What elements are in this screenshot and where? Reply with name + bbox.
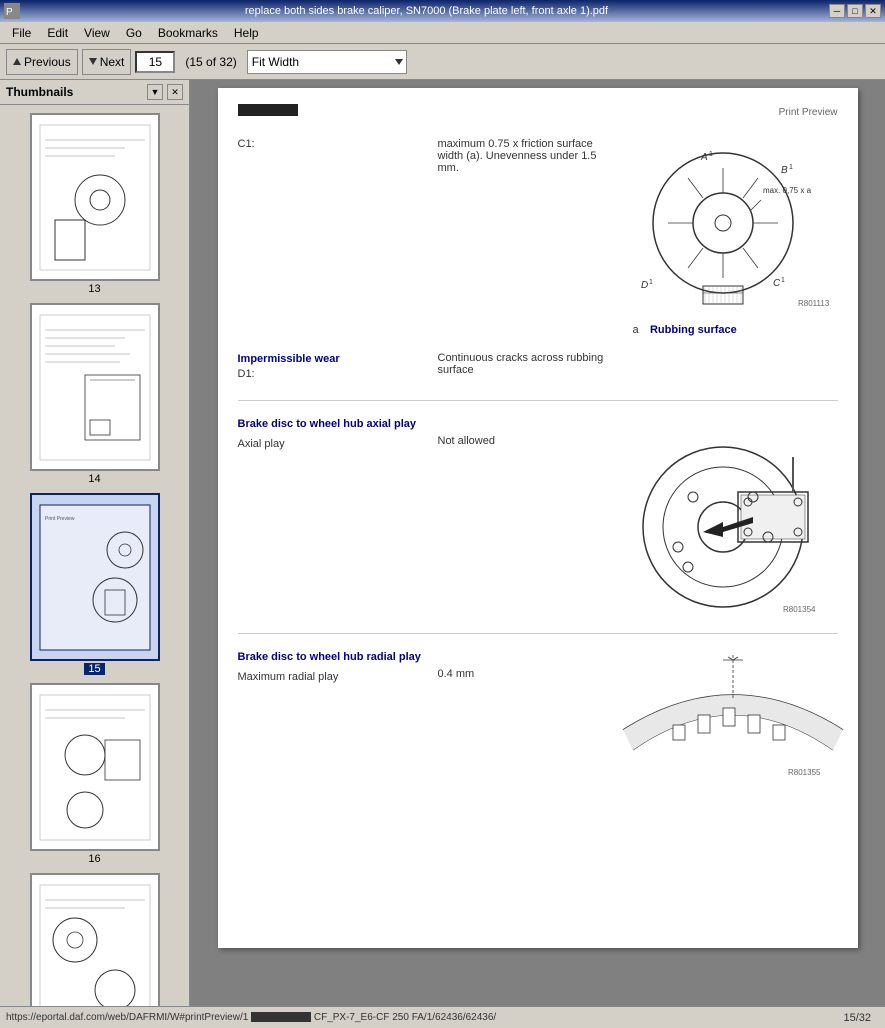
maximize-button[interactable]: □ — [847, 4, 863, 18]
rubbing-surface-text: Rubbing surface — [650, 324, 737, 336]
svg-text:A: A — [700, 152, 708, 163]
menu-bookmarks[interactable]: Bookmarks — [150, 24, 226, 42]
svg-text:C: C — [773, 278, 781, 289]
menu-help[interactable]: Help — [226, 24, 267, 42]
menu-edit[interactable]: Edit — [39, 24, 76, 42]
minimize-button[interactable]: ─ — [829, 4, 845, 18]
thumb-img-17 — [30, 873, 160, 1006]
radial-play-title: Brake disc to wheel hub radial play — [238, 650, 438, 664]
thumbnails-list: 13 — [0, 105, 189, 1006]
menu-view[interactable]: View — [76, 24, 118, 42]
main-area: Thumbnails ▼ ✕ — [0, 80, 885, 1006]
svg-text:max. 0,75 x a: max. 0,75 x a — [763, 186, 812, 195]
thumbnail-17[interactable]: 17 — [4, 873, 185, 1006]
svg-text:1: 1 — [781, 277, 785, 284]
prev-arrow-icon — [13, 58, 21, 65]
radial-value: 0.4 mm — [438, 668, 613, 680]
status-url: https://eportal.daf.com/web/DAFRMI/W#pri… — [6, 1012, 496, 1023]
menu-bar: File Edit View Go Bookmarks Help — [0, 22, 885, 44]
impermissible-title: Impermissible wear — [238, 352, 438, 366]
sidebar-controls: ▼ ✕ — [147, 84, 183, 100]
previous-label: Previous — [24, 55, 71, 69]
radial-play-diagram: R801355 — [613, 650, 853, 780]
svg-text:1: 1 — [709, 151, 713, 158]
black-header-bar — [238, 104, 298, 116]
url-suffix: CF_PX-7_E6-CF 250 FA/1/62436/62436/ — [314, 1012, 496, 1023]
axial-label: Axial play — [238, 438, 438, 450]
sidebar: Thumbnails ▼ ✕ — [0, 80, 190, 1006]
svg-text:R801355: R801355 — [788, 768, 821, 777]
c1-description: maximum 0.75 x friction surface width (a… — [438, 138, 613, 174]
thumb-img-14 — [30, 303, 160, 471]
svg-text:R801354: R801354 — [783, 605, 816, 614]
content-area: Print Preview C1: maximum 0.75 x frictio… — [190, 80, 885, 1006]
thumb-label-15: 15 — [84, 663, 104, 675]
section-divider-1 — [238, 400, 838, 401]
next-label: Next — [100, 55, 125, 69]
page-number-input[interactable] — [135, 51, 175, 73]
thumb-label-13: 13 — [88, 283, 100, 295]
thumb-img-13 — [30, 113, 160, 281]
svg-text:P: P — [6, 7, 13, 18]
page-header: Print Preview — [779, 107, 838, 118]
axial-play-diagram: R801354 — [613, 417, 853, 617]
radial-label: Maximum radial play — [238, 671, 438, 683]
status-page-indicator: 15/32 — [843, 1012, 879, 1024]
svg-text:D: D — [641, 280, 648, 291]
axial-value: Not allowed — [438, 435, 613, 447]
close-button[interactable]: ✕ — [865, 4, 881, 18]
thumbnail-13[interactable]: 13 — [4, 113, 185, 295]
menu-go[interactable]: Go — [118, 24, 150, 42]
thumbnail-14[interactable]: 14 — [4, 303, 185, 485]
page-info: (15 of 32) — [179, 55, 242, 69]
svg-text:Print Preview: Print Preview — [45, 516, 75, 522]
status-bar: https://eportal.daf.com/web/DAFRMI/W#pri… — [0, 1006, 885, 1028]
next-arrow-icon — [89, 58, 97, 65]
fit-select-wrapper: Fit Width Fit Page 50% 75% 100% 125% 150… — [247, 50, 407, 74]
toolbar: Previous Next (15 of 32) Fit Width Fit P… — [0, 44, 885, 80]
d1-label: D1: — [238, 368, 438, 380]
thumbnail-16[interactable]: 16 — [4, 683, 185, 865]
previous-button[interactable]: Previous — [6, 49, 78, 75]
sidebar-title: Thumbnails — [6, 85, 73, 99]
d1-description: Continuous cracks across rubbing surface — [438, 352, 613, 376]
thumb-label-16: 16 — [88, 853, 100, 865]
sidebar-header: Thumbnails ▼ ✕ — [0, 80, 189, 105]
c1-label: C1: — [238, 138, 438, 150]
sidebar-menu-button[interactable]: ▼ — [147, 84, 163, 100]
rubbing-label-a: a — [633, 324, 639, 336]
thumb-img-15: Print Preview — [30, 493, 160, 661]
app-icon: P — [4, 3, 20, 19]
window-controls: ─ □ ✕ — [829, 4, 885, 18]
svg-text:1: 1 — [649, 279, 653, 286]
svg-text:R801113: R801113 — [798, 299, 830, 308]
window-title: replace both sides brake caliper, SN7000… — [24, 5, 829, 17]
menu-file[interactable]: File — [4, 24, 39, 42]
svg-text:1: 1 — [789, 164, 793, 171]
title-bar: P replace both sides brake caliper, SN70… — [0, 0, 885, 22]
sidebar-close-button[interactable]: ✕ — [167, 84, 183, 100]
section-divider-2 — [238, 633, 838, 634]
thumb-label-14: 14 — [88, 473, 100, 485]
brake-disc-diagram: A 1 B 1 D 1 C 1 max. 0,75 x a — [613, 138, 843, 308]
fit-mode-select[interactable]: Fit Width Fit Page 50% 75% 100% 125% 150… — [247, 50, 407, 74]
thumbnail-15[interactable]: Print Preview 15 — [4, 493, 185, 675]
svg-text:B: B — [781, 165, 788, 176]
next-button[interactable]: Next — [82, 49, 132, 75]
url-text: https://eportal.daf.com/web/DAFRMI/W#pri… — [6, 1012, 248, 1023]
axial-play-title: Brake disc to wheel hub axial play — [238, 417, 438, 431]
thumb-img-16 — [30, 683, 160, 851]
pdf-page: Print Preview C1: maximum 0.75 x frictio… — [218, 88, 858, 948]
